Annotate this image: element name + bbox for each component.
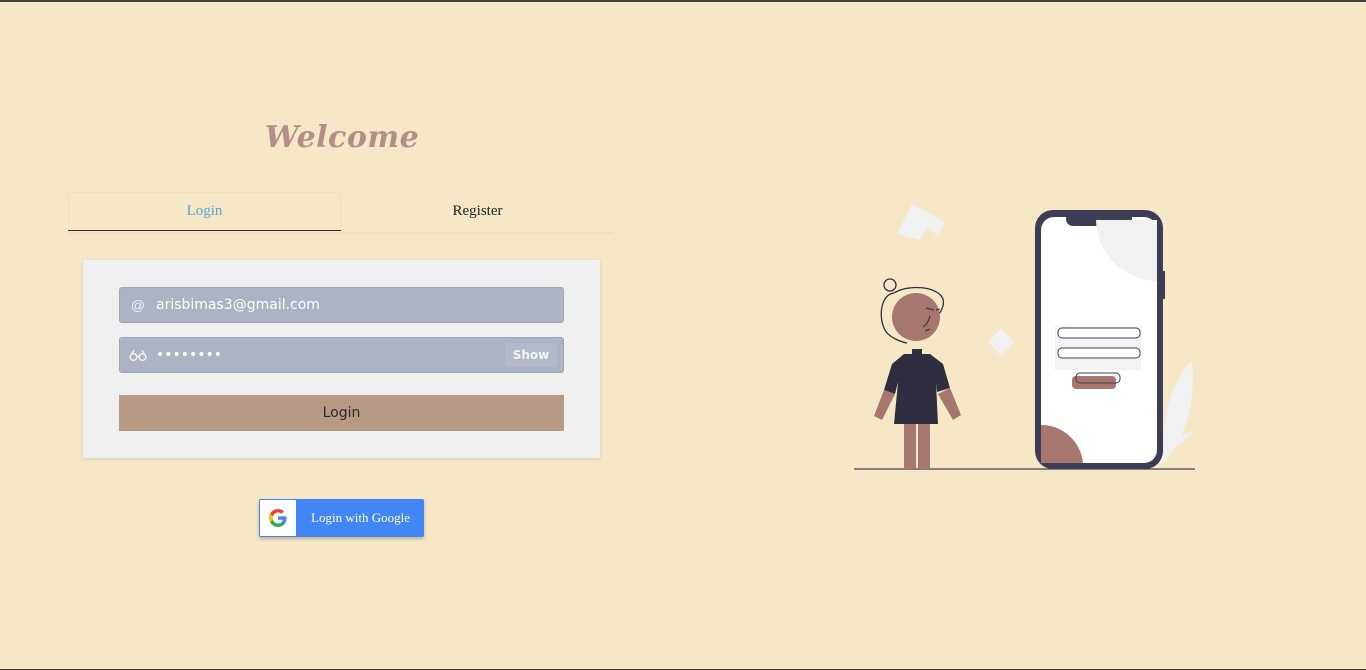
tab-register-label: Register	[452, 202, 503, 219]
glasses-icon	[129, 346, 147, 364]
tab-login[interactable]: Login	[68, 192, 341, 230]
active-tab-indicator	[68, 230, 341, 231]
window-top-border	[0, 0, 1366, 2]
password-field-wrapper: Show	[119, 337, 564, 373]
password-field[interactable]	[156, 338, 496, 372]
google-login-button[interactable]: Login with Google	[259, 499, 424, 537]
page-title: Welcome	[264, 120, 420, 155]
login-card: @ Show Login	[83, 260, 600, 458]
login-button[interactable]: Login	[119, 395, 564, 431]
tab-register[interactable]: Register	[341, 192, 614, 230]
email-field-wrapper: @	[119, 287, 564, 323]
google-logo-icon	[260, 500, 296, 536]
auth-tabs: Login Register	[68, 192, 614, 234]
email-field[interactable]	[156, 288, 496, 322]
at-icon: @	[130, 297, 146, 313]
show-password-button[interactable]: Show	[505, 343, 557, 367]
tab-login-label: Login	[186, 203, 223, 219]
google-login-label: Login with Google	[311, 510, 410, 525]
login-illustration	[850, 196, 1200, 476]
